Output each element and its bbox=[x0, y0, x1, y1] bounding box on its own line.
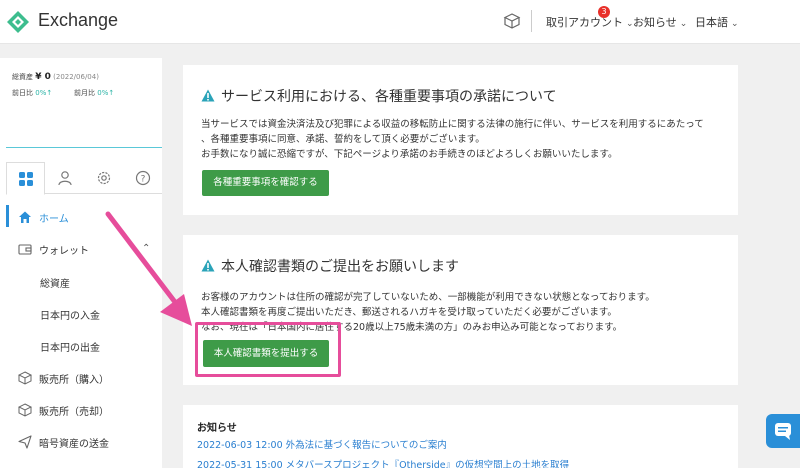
sidebar-item-sell[interactable]: 販売所（売却） bbox=[6, 395, 162, 425]
wallet-icon bbox=[18, 244, 32, 255]
svg-text:?: ? bbox=[140, 175, 145, 185]
sidebar-item-label: 販売所（売却） bbox=[39, 407, 109, 418]
notice-id-line: 本人確認書類を再度ご提出いただき、郵送されるハガキを受け取っていただく必要がござ… bbox=[201, 307, 617, 318]
chevron-down-icon: ⌄ bbox=[679, 19, 688, 29]
brand-name[interactable]: Exchange bbox=[38, 10, 118, 31]
news-item[interactable]: 2022-05-31 15:00 メタバースプロジェクト『Otherside』の… bbox=[197, 457, 569, 468]
news-item[interactable]: 2022-06-03 12:00 外為法に基づく報告についてのご案内 bbox=[197, 437, 447, 451]
sidebar-subitem-jpy-deposit[interactable]: 日本円の入金 bbox=[40, 307, 100, 322]
notice-id-title-text: 本人確認書類のご提出をお願いします bbox=[221, 259, 459, 275]
highlight-box bbox=[195, 322, 341, 377]
total-assets-date: (2022/06/04) bbox=[53, 73, 99, 81]
prev-month-label: 前月比 bbox=[74, 89, 95, 97]
tab-help[interactable]: ? bbox=[123, 162, 162, 194]
sidebar-subitem-total-assets[interactable]: 総資産 bbox=[40, 275, 70, 290]
top-header: Exchange 取引アカウント ⌄ 3 お知らせ ⌄ 日本語 ⌄ bbox=[0, 0, 800, 44]
sidebar-tabs: ? bbox=[6, 162, 162, 195]
tab-settings[interactable] bbox=[84, 162, 123, 194]
chat-icon bbox=[775, 423, 791, 440]
sidebar-item-label: ウォレット bbox=[39, 246, 89, 257]
sidebar-item-home[interactable]: ホーム bbox=[6, 202, 162, 232]
cube-icon bbox=[18, 371, 32, 385]
notice-terms-body: 当サービスでは資金決済法及び犯罪による収益の移転防止に関する法律の施行に伴い、サ… bbox=[201, 117, 704, 162]
total-assets-label: 総資産 bbox=[12, 73, 33, 81]
chevron-up-icon[interactable]: ⌃ bbox=[142, 243, 150, 254]
notices-label: お知らせ bbox=[633, 16, 677, 29]
tab-profile[interactable] bbox=[45, 162, 84, 194]
notice-terms-title: サービス利用における、各種重要事項の承諾について bbox=[201, 86, 557, 106]
exchange-logo-icon[interactable] bbox=[6, 10, 30, 34]
notices-menu[interactable]: お知らせ ⌄ bbox=[633, 14, 687, 30]
notice-terms-line: お手数になり誠に恐縮ですが、下記ページより承諾のお手続きのほどよろしくお願いいた… bbox=[201, 149, 618, 160]
sidebar-subitem-jpy-withdraw[interactable]: 日本円の出金 bbox=[40, 339, 100, 354]
tab-dashboard[interactable] bbox=[6, 162, 45, 195]
home-icon bbox=[19, 211, 31, 223]
trading-account-label: 取引アカウント bbox=[546, 16, 623, 29]
notice-terms-card: サービス利用における、各種重要事項の承諾について 当サービスでは資金決済法及び犯… bbox=[183, 65, 738, 215]
send-icon bbox=[18, 435, 32, 449]
prev-month-value: 0% bbox=[97, 89, 109, 97]
grid-icon bbox=[18, 171, 33, 186]
prev-month-row: 前月比 0%↑ bbox=[74, 88, 114, 98]
chevron-down-icon: ⌄ bbox=[731, 19, 739, 29]
help-icon: ? bbox=[135, 170, 150, 186]
sidebar-item-label: ホーム bbox=[39, 214, 69, 225]
notice-terms-line: 、各種重要事項に同意、承諾、誓約をして頂く必要がございます。 bbox=[201, 134, 485, 145]
sidebar-item-label: 販売所（購入） bbox=[39, 375, 109, 386]
arrow-up-icon: ↑ bbox=[108, 89, 115, 97]
cube-icon bbox=[18, 403, 32, 417]
sidebar-item-send[interactable]: 暗号資産の送金 bbox=[6, 427, 162, 457]
arrow-up-icon: ↑ bbox=[46, 89, 53, 97]
news-title: お知らせ bbox=[197, 423, 237, 434]
warning-icon bbox=[201, 89, 215, 102]
sidebar: 総資産 ¥ 0 (2022/06/04) 前日比 0%↑ 前月比 0%↑ ? ホ… bbox=[0, 58, 162, 468]
language-label: 日本語 bbox=[695, 16, 728, 29]
total-assets-value: ¥ 0 bbox=[35, 72, 51, 82]
cube-icon[interactable] bbox=[503, 12, 521, 30]
total-assets-row: 総資産 ¥ 0 (2022/06/04) bbox=[12, 72, 99, 82]
gear-icon bbox=[97, 171, 110, 185]
trading-account-menu[interactable]: 取引アカウント ⌄ bbox=[546, 14, 634, 30]
notice-id-line: お客様のアカウントは住所の確認が完了していないため、一部機能が利用できない状態と… bbox=[201, 292, 655, 303]
sidebar-item-wallet[interactable]: ウォレット ⌃ bbox=[6, 234, 162, 264]
prev-day-label: 前日比 bbox=[12, 89, 33, 97]
language-menu[interactable]: 日本語 ⌄ bbox=[695, 14, 739, 30]
notification-badge: 3 bbox=[598, 6, 610, 18]
prev-day-value: 0% bbox=[35, 89, 47, 97]
sidebar-item-label: 暗号資産の送金 bbox=[39, 439, 109, 450]
notice-terms-line: 当サービスでは資金決済法及び犯罪による収益の移転防止に関する法律の施行に伴い、サ… bbox=[201, 119, 704, 130]
confirm-terms-button[interactable]: 各種重要事項を確認する bbox=[202, 170, 329, 196]
sidebar-item-buy[interactable]: 販売所（購入） bbox=[6, 363, 162, 393]
warning-icon bbox=[201, 259, 215, 272]
notice-id-title: 本人確認書類のご提出をお願いします bbox=[201, 256, 459, 276]
user-icon bbox=[57, 171, 72, 186]
news-card: お知らせ 2022-06-03 12:00 外為法に基づく報告についてのご案内 … bbox=[183, 405, 738, 468]
prev-day-row: 前日比 0%↑ bbox=[12, 88, 52, 98]
asset-summary: 総資産 ¥ 0 (2022/06/04) 前日比 0%↑ 前月比 0%↑ bbox=[6, 64, 162, 148]
header-divider bbox=[531, 10, 532, 32]
notice-terms-title-text: サービス利用における、各種重要事項の承諾について bbox=[221, 89, 557, 105]
chat-support-button[interactable] bbox=[766, 414, 800, 448]
